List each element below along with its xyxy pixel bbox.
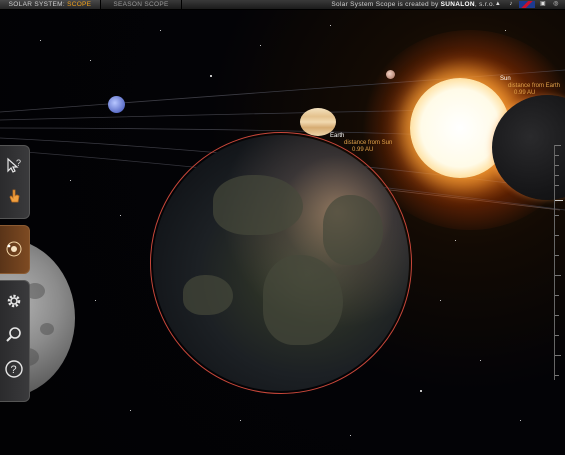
scale-tick [555, 215, 559, 216]
credit-prefix: Solar System Scope is created by [331, 1, 441, 8]
moon-crater [40, 323, 54, 335]
warning-icon[interactable]: ▲ [493, 1, 503, 8]
svg-text:?: ? [16, 158, 21, 168]
scale-tick [555, 235, 559, 236]
settings-icon[interactable]: ◎ [551, 1, 561, 8]
language-flag-icon[interactable] [519, 1, 535, 8]
credit-text: Solar System Scope is created by SUNALON… [331, 0, 495, 9]
earth-distance-value: 0.99 AU [352, 147, 374, 153]
space-view[interactable]: Earth distance from Sun 0.99 AU Sun dist… [0, 0, 565, 455]
scale-tick [555, 335, 559, 336]
earth-continent [263, 255, 343, 345]
sun-distance-value: 0.99 AU [514, 90, 536, 96]
top-icons: ▲ ♪ ▣ ◎ [493, 0, 561, 9]
earth-name: Earth [330, 133, 345, 139]
sun-label[interactable]: Sun distance from Earth 0.99 AU [500, 76, 560, 97]
hand-icon[interactable] [4, 186, 24, 206]
scale-tick [555, 275, 561, 276]
search-icon[interactable] [4, 325, 24, 345]
earth-continent [213, 175, 303, 235]
scale-tick [555, 155, 559, 156]
gear-icon[interactable] [4, 291, 24, 311]
scale-tick [555, 175, 559, 176]
mars[interactable] [386, 70, 395, 79]
neptune[interactable] [108, 96, 125, 113]
sun-distance-caption: distance from Earth [508, 83, 561, 89]
jupiter[interactable] [300, 108, 336, 136]
tab-solar-system-scope[interactable]: SOLAR SYSTEM: SCOPE [0, 0, 101, 9]
music-icon[interactable]: ♪ [506, 1, 516, 8]
scale-tick [555, 295, 559, 296]
scale-tick [555, 165, 559, 166]
tab-season-scope[interactable]: SEASON SCOPE [101, 0, 182, 9]
earth-continent [323, 195, 383, 265]
zoom-scale-bar[interactable] [554, 145, 563, 380]
credit-suffix: , s.r.o. [474, 1, 495, 8]
earth-label[interactable]: Earth distance from Sun 0.99 AU [330, 133, 392, 154]
scale-tick [555, 355, 561, 356]
scale-tick [555, 145, 561, 146]
cursor-help-icon[interactable]: ? [4, 156, 24, 176]
scale-tick [555, 200, 563, 201]
scale-tick [555, 315, 559, 316]
scale-tick [555, 185, 559, 186]
tab-solar-main: SOLAR SYSTEM [8, 1, 63, 8]
tool-panel-pointer: ? [0, 145, 30, 219]
sun-name: Sun [500, 76, 511, 82]
help-icon[interactable]: ? [4, 359, 24, 379]
earth-distance-caption: distance from Sun [344, 140, 393, 146]
top-bar: SOLAR SYSTEM: SCOPE SEASON SCOPE Solar S… [0, 0, 565, 10]
credit-brand: SUNALON [440, 1, 475, 8]
tab-solar-accent: SCOPE [67, 1, 92, 8]
earth-continent [183, 275, 233, 315]
tool-panel-settings: ? [0, 280, 30, 402]
earth[interactable] [153, 135, 409, 391]
fullscreen-icon[interactable]: ▣ [538, 1, 548, 8]
svg-text:?: ? [11, 364, 17, 376]
scale-tick [555, 375, 559, 376]
tool-panel-view [0, 225, 30, 274]
scale-tick [555, 255, 559, 256]
orbit-view-icon[interactable] [4, 239, 24, 259]
